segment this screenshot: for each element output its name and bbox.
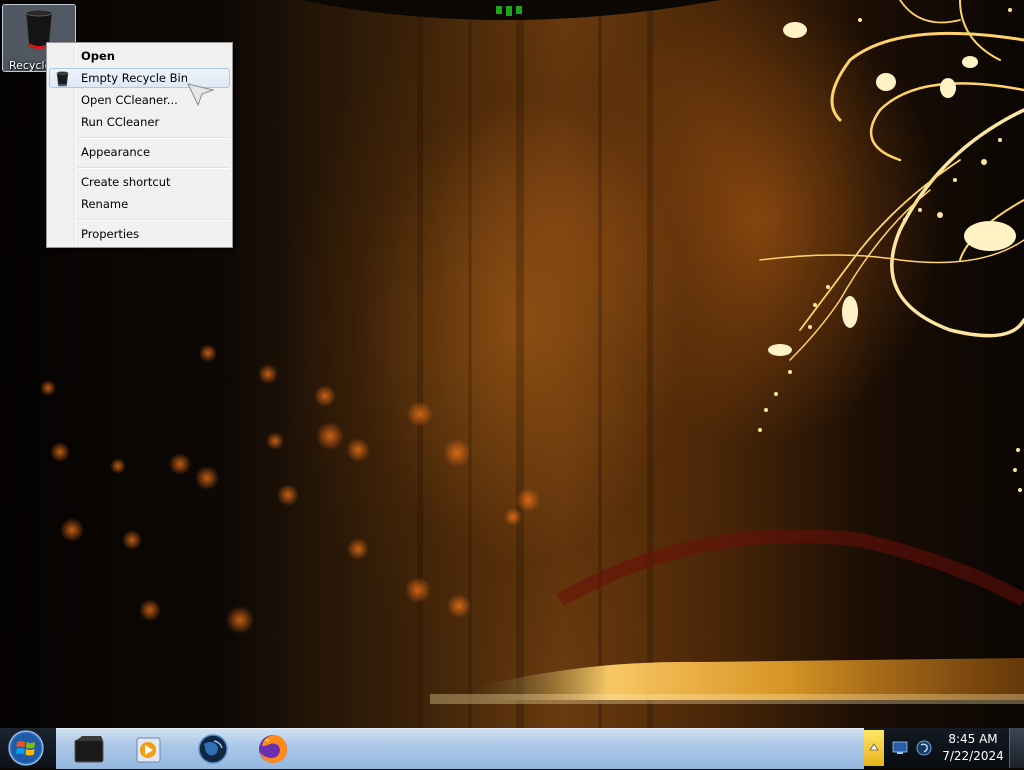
clock-date[interactable]: 7/22/2024: [940, 749, 1006, 763]
menu-item-label: Run CCleaner: [81, 115, 160, 129]
network-icon[interactable]: [892, 741, 908, 755]
menu-item-run-ccleaner[interactable]: Run CCleaner: [49, 112, 230, 132]
menu-item-label: Create shortcut: [81, 175, 171, 189]
tray-app-icon[interactable]: [916, 740, 932, 756]
firefox-icon: [259, 735, 287, 763]
chevron-up-icon: [869, 743, 879, 751]
menu-separator: [77, 219, 229, 221]
menu-item-properties[interactable]: Properties: [49, 224, 230, 244]
file-manager-icon: [74, 736, 104, 763]
taskbar-media-player-button[interactable]: [132, 732, 166, 766]
menu-separator: [77, 137, 229, 139]
taskbar-globe-browser-button[interactable]: [196, 732, 230, 766]
menu-item-label: Rename: [81, 197, 129, 211]
menu-item-rename[interactable]: Rename: [49, 194, 230, 214]
system-tray: 8:45 AM 7/22/2024: [864, 728, 1024, 768]
menu-item-label: Empty Recycle Bin: [81, 71, 189, 85]
show-hidden-icons-button[interactable]: [864, 730, 884, 766]
taskbar-file-manager-button[interactable]: [72, 732, 106, 766]
media-player-icon: [136, 737, 161, 763]
taskbar: 8:45 AM 7/22/2024: [0, 728, 1024, 769]
menu-item-label: Appearance: [81, 145, 151, 159]
menu-item-label: Open CCleaner...: [81, 93, 178, 107]
windows-logo-icon: [8, 730, 44, 766]
taskbar-band: [56, 728, 864, 769]
menu-item-create-shortcut[interactable]: Create shortcut: [49, 172, 230, 192]
clock-time[interactable]: 8:45 AM: [940, 732, 1006, 746]
menu-separator: [77, 167, 229, 169]
taskbar-firefox-button[interactable]: [256, 732, 290, 766]
start-button[interactable]: [6, 729, 46, 767]
context-menu: Open Empty Recycle Bin Open CCleaner... …: [46, 42, 233, 248]
menu-item-appearance[interactable]: Appearance: [49, 142, 230, 162]
menu-item-open[interactable]: Open: [49, 46, 230, 66]
menu-item-label: Open: [81, 49, 115, 63]
browser-globe-icon: [198, 734, 228, 764]
mouse-cursor-icon: [187, 83, 215, 107]
show-desktop-button[interactable]: [1009, 728, 1024, 768]
menu-item-label: Properties: [81, 227, 140, 241]
recycle-bin-icon: [56, 71, 69, 87]
